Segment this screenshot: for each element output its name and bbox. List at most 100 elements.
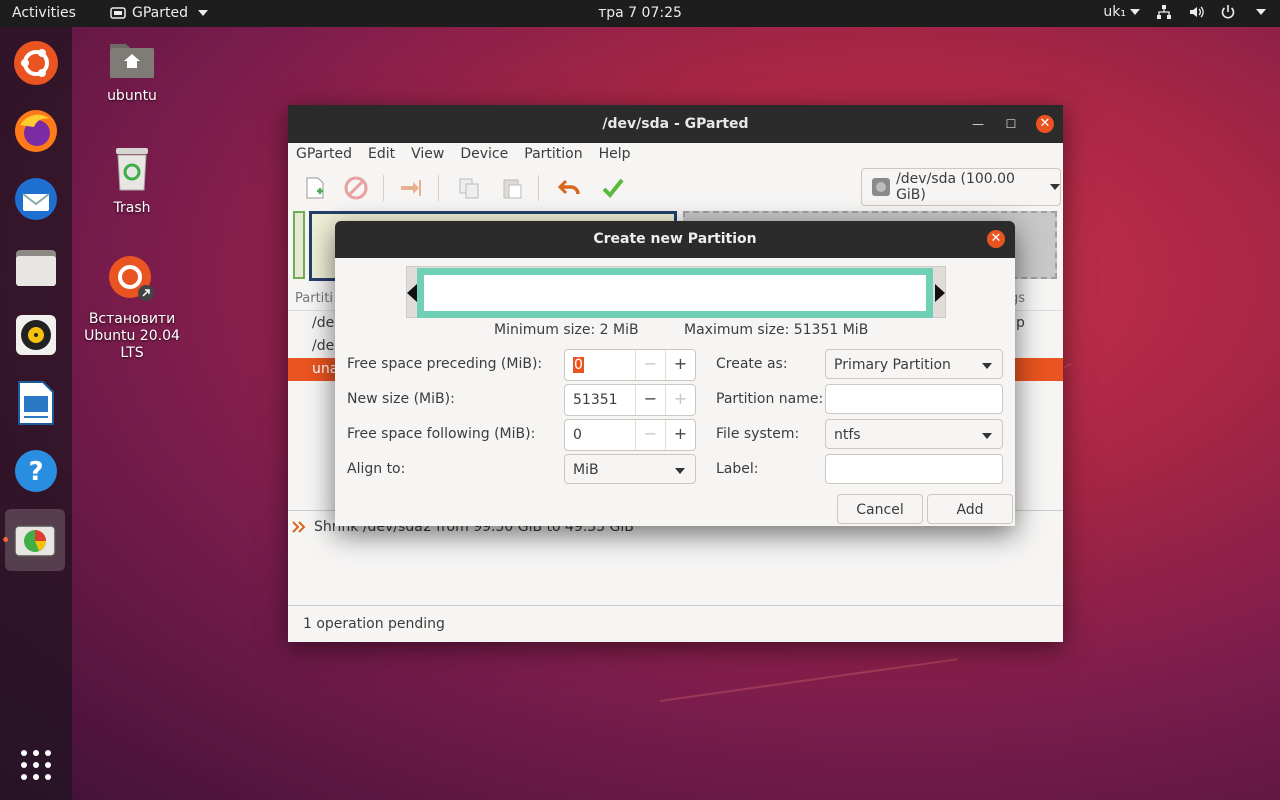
show-applications-button[interactable] (8, 737, 64, 793)
delete-partition-button[interactable] (343, 175, 369, 201)
new-size-spinner[interactable]: 51351 − + (564, 384, 696, 416)
device-selector-label: /dev/sda (100.00 GiB) (896, 171, 1015, 203)
delete-icon (344, 176, 368, 200)
decrement-button[interactable]: − (635, 350, 665, 380)
free-space-preceding-value[interactable]: 0 (565, 350, 635, 380)
dock-firefox[interactable] (8, 103, 64, 159)
free-space-following-value[interactable]: 0 (565, 420, 635, 450)
gparted-icon (14, 525, 56, 557)
new-document-icon (306, 177, 324, 199)
decrement-button[interactable]: − (635, 385, 665, 415)
keyboard-layout-indicator[interactable]: uk₁ (1103, 4, 1140, 20)
toolbar-separator (538, 175, 539, 201)
dialog-close-button[interactable]: ✕ (987, 230, 1005, 248)
ubuntu-installer-icon (109, 256, 154, 301)
status-text: 1 operation pending (303, 616, 445, 632)
chevron-down-icon (982, 433, 992, 439)
desktop-icon-label: Trash (113, 200, 151, 216)
clock[interactable]: тра 7 07:25 (0, 5, 1280, 21)
dock-gparted[interactable] (5, 509, 65, 571)
align-to-label: Align to: (347, 461, 406, 477)
network-icon (1157, 5, 1171, 19)
create-as-combo[interactable]: Primary Partition (825, 349, 1003, 379)
partition-name-label: Partition name: (716, 391, 824, 407)
partition-block[interactable] (293, 211, 305, 279)
desktop-icon-trash[interactable]: Trash (82, 146, 182, 216)
volume-icon (1190, 6, 1204, 18)
free-space-following-spinner[interactable]: 0 − + (564, 419, 696, 451)
maximum-size: Maximum size: 51351 MiB (684, 322, 869, 338)
chevron-down-icon (1130, 9, 1140, 15)
partition-flags: p (1016, 315, 1025, 331)
dock-help[interactable]: ? (8, 443, 64, 499)
partition-size-bar[interactable] (406, 266, 946, 318)
new-size-value[interactable]: 51351 (565, 385, 635, 415)
resize-move-button[interactable] (398, 175, 424, 201)
decrement-button[interactable]: − (635, 420, 665, 450)
new-size-label: New size (MiB): (347, 391, 455, 407)
resize-icon (292, 521, 306, 533)
add-button[interactable]: Add (927, 494, 1013, 524)
increment-button[interactable]: + (665, 385, 695, 415)
keyboard-layout-label: uk₁ (1103, 4, 1126, 20)
disk-icon (872, 178, 890, 196)
column-header-partition[interactable]: Partiti (295, 291, 333, 306)
minimize-button[interactable]: — (969, 115, 987, 133)
file-system-label: File system: (716, 426, 800, 442)
close-button[interactable]: ✕ (1036, 115, 1054, 133)
dock-libreoffice-impress[interactable] (8, 375, 64, 431)
chevron-down-icon (1256, 9, 1266, 15)
partition-size-region[interactable] (417, 268, 933, 318)
libreoffice-impress-icon (18, 381, 54, 425)
new-partition-button[interactable] (302, 175, 328, 201)
label-field[interactable] (825, 454, 1003, 484)
menu-gparted[interactable]: GParted (288, 143, 360, 167)
dock-thunderbird[interactable] (8, 171, 64, 227)
free-space-preceding-text: 0 (573, 357, 584, 373)
partition-name-field[interactable] (825, 384, 1003, 414)
dock-ubuntu-software[interactable] (8, 35, 64, 91)
menu-edit[interactable]: Edit (360, 143, 403, 167)
apply-button[interactable] (600, 175, 626, 201)
undo-button[interactable] (556, 175, 582, 201)
dock: ? (0, 27, 72, 800)
device-selector[interactable]: /dev/sda (100.00 GiB) (861, 168, 1061, 206)
window-title: /dev/sda - GParted (288, 105, 1063, 143)
increment-button[interactable]: + (665, 350, 695, 380)
menu-view[interactable]: View (403, 143, 452, 167)
copy-button[interactable] (456, 175, 482, 201)
resize-handle-right[interactable] (935, 284, 945, 302)
free-space-preceding-spinner[interactable]: 0 − + (564, 349, 696, 381)
minimum-size: Minimum size: 2 MiB (494, 322, 639, 338)
partition-name: /de (312, 338, 335, 354)
increment-button[interactable]: + (665, 420, 695, 450)
file-system-combo[interactable]: ntfs (825, 419, 1003, 449)
menu-help[interactable]: Help (591, 143, 639, 167)
desktop-icon-label: Встановити Ubuntu 20.04 LTS (84, 311, 180, 361)
trash-icon (116, 148, 148, 191)
dock-files[interactable] (8, 239, 64, 295)
toolbar-separator (383, 175, 384, 201)
desktop-icon-install-ubuntu[interactable]: Встановити Ubuntu 20.04 LTS (82, 255, 182, 362)
resize-handle-left[interactable] (407, 284, 417, 302)
power-icon (1221, 5, 1235, 19)
home-folder-icon (110, 44, 154, 78)
ubuntu-software-icon (14, 41, 58, 85)
dock-rhythmbox[interactable] (8, 307, 64, 363)
align-to-combo[interactable]: MiB (564, 454, 696, 484)
paste-button[interactable] (499, 175, 525, 201)
menu-device[interactable]: Device (452, 143, 516, 167)
chevron-down-icon (982, 363, 992, 369)
maximize-button[interactable]: ☐ (1002, 115, 1020, 133)
partition-name: /de (312, 315, 335, 331)
cancel-button[interactable]: Cancel (837, 494, 923, 524)
checkmark-icon (602, 178, 624, 198)
grid-icon (21, 750, 51, 780)
chevron-down-icon (1050, 184, 1060, 190)
menu-partition[interactable]: Partition (516, 143, 590, 167)
menu-bar: GParted Edit View Device Partition Help (288, 143, 1063, 167)
firefox-icon (15, 110, 57, 152)
status-bar: 1 operation pending (288, 605, 1063, 643)
system-tray[interactable]: uk₁ (1103, 4, 1266, 20)
desktop-icon-home[interactable]: ubuntu (82, 36, 182, 104)
